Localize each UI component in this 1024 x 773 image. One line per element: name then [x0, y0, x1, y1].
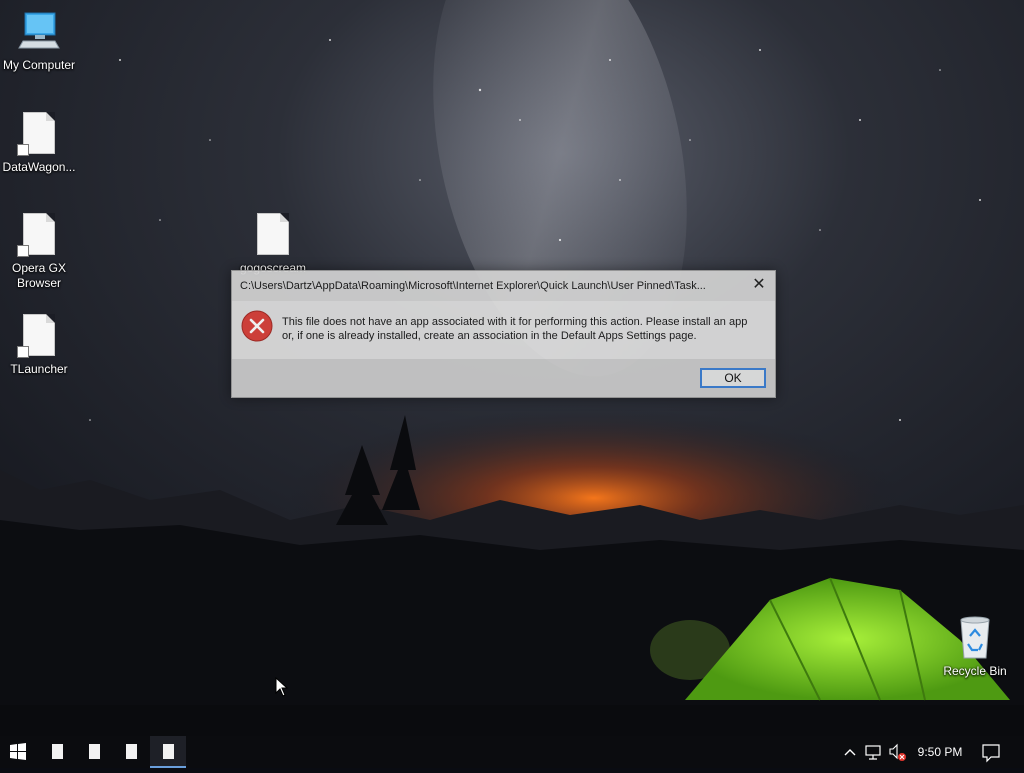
- desktop-icon-label: TLauncher: [10, 362, 68, 376]
- recycle-bin-icon: [951, 614, 999, 662]
- network-button[interactable]: [862, 736, 884, 768]
- close-button[interactable]: ✕: [743, 271, 775, 299]
- desktop-icon-label: DataWagon...: [2, 160, 76, 174]
- windows-logo-icon: [10, 743, 26, 760]
- file-icon: [89, 744, 100, 759]
- taskbar-app-2[interactable]: [76, 736, 112, 768]
- shortcut-arrow-icon: [17, 346, 29, 358]
- shortcut-arrow-icon: [17, 144, 29, 156]
- clock-time: 9:50 PM: [917, 745, 963, 759]
- taskbar-app-4[interactable]: [150, 736, 186, 768]
- desktop-icon-tlauncher[interactable]: TLauncher: [0, 312, 78, 377]
- file-icon: [52, 744, 63, 759]
- file-shortcut-icon: [15, 312, 63, 360]
- computer-icon: [15, 8, 63, 56]
- taskbar-app-1[interactable]: [39, 736, 75, 768]
- taskbar: 9:50 PM: [0, 736, 1024, 768]
- desktop-icon-label: Opera GX Browser: [11, 261, 67, 290]
- file-icon: [249, 211, 297, 259]
- file-shortcut-icon: [15, 110, 63, 158]
- file-icon: [163, 744, 174, 759]
- desktop-icon-my-computer[interactable]: My Computer: [0, 8, 78, 73]
- error-icon: [241, 310, 273, 342]
- desktop-icon-opera-gx[interactable]: Opera GX Browser: [0, 211, 78, 291]
- desktop-icon-label: My Computer: [2, 58, 76, 72]
- show-hidden-icons-button[interactable]: [840, 736, 860, 768]
- desktop-icon-recycle-bin[interactable]: Recycle Bin: [936, 614, 1014, 679]
- volume-muted-icon: [889, 743, 906, 761]
- desktop-icon-datawagon[interactable]: DataWagon...: [0, 110, 78, 175]
- dialog-body: This file does not have an app associate…: [232, 301, 775, 359]
- network-icon: [865, 745, 881, 760]
- error-dialog: C:\Users\Dartz\AppData\Roaming\Microsoft…: [231, 270, 776, 398]
- chevron-up-icon: [844, 749, 856, 756]
- desktop-icon-gogoscream[interactable]: gogoscream: [234, 211, 312, 276]
- close-icon: ✕: [752, 276, 766, 293]
- file-shortcut-icon: [15, 211, 63, 259]
- mouse-cursor-icon: [275, 677, 289, 697]
- action-center-button[interactable]: [978, 736, 1004, 768]
- desktop-icon-label: Recycle Bin: [943, 664, 1007, 678]
- volume-button[interactable]: [886, 736, 908, 768]
- taskbar-app-3[interactable]: [113, 736, 149, 768]
- shortcut-arrow-icon: [17, 245, 29, 257]
- action-center-icon: [982, 744, 1000, 763]
- dialog-footer: OK: [232, 359, 775, 397]
- file-icon: [126, 744, 137, 759]
- dialog-title: C:\Users\Dartz\AppData\Roaming\Microsoft…: [240, 280, 706, 292]
- start-button[interactable]: [0, 736, 36, 768]
- clock[interactable]: 9:50 PM: [912, 736, 968, 768]
- ok-button[interactable]: OK: [700, 368, 766, 388]
- dialog-message: This file does not have an app associate…: [282, 316, 748, 342]
